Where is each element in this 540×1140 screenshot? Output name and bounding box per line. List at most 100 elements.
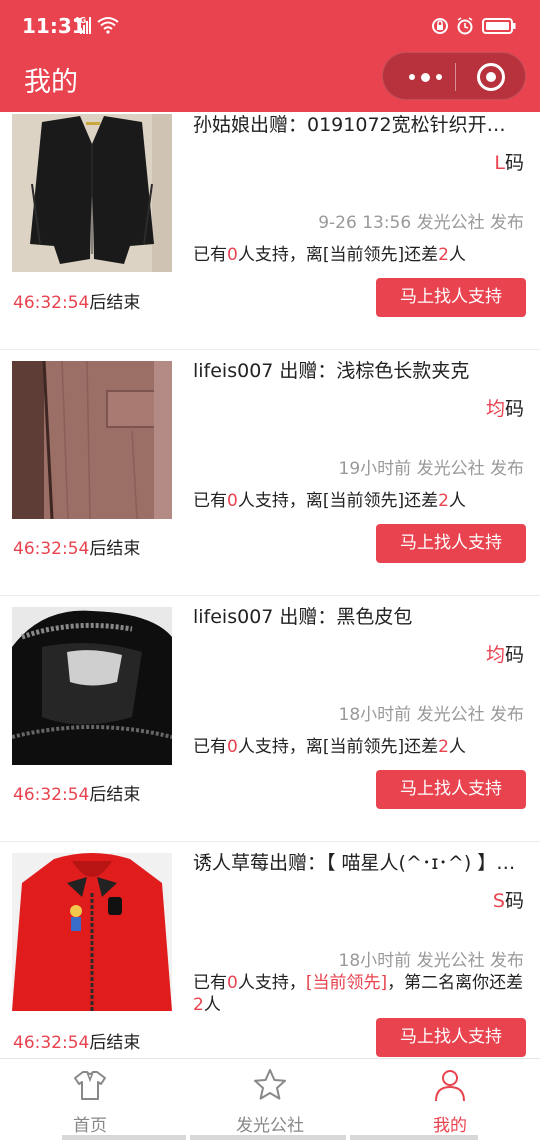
lock-rotation-icon xyxy=(432,18,448,34)
size-value: S xyxy=(492,890,505,912)
support-count: 0 xyxy=(227,973,238,993)
capsule-divider xyxy=(455,63,456,91)
countdown-time: 46:32:54 xyxy=(13,785,90,805)
support-text: 已有 xyxy=(193,973,227,993)
publish-meta: 18小时前 发光公社 发布 xyxy=(338,951,524,971)
gift-title: lifeis007 出赠：黑色皮包 xyxy=(193,606,413,628)
gift-list: 孙姑娘出赠：0191072宽松针织开… L码 9-26 13:56 发光公社 发… xyxy=(0,112,540,1058)
size-label: L码 xyxy=(494,148,524,175)
gap-count: 2 xyxy=(438,737,449,757)
tab-community[interactable]: 发光公社 xyxy=(180,1059,360,1140)
gap-count: 2 xyxy=(438,491,449,511)
more-dot-icon xyxy=(408,74,415,80)
gap-count: 2 xyxy=(438,245,449,265)
status-icons xyxy=(432,16,516,36)
countdown-time: 46:32:54 xyxy=(13,1033,90,1053)
support-status: 已有0人支持，离[当前领先]还差2人 xyxy=(193,244,527,266)
black-leather-bag-photo[interactable] xyxy=(12,607,172,765)
support-text: 人支持，离[当前领先]还差 xyxy=(237,245,439,265)
gift-title: 诱人草莓出赠：【 喵星人(^･ɪ･^) 】… xyxy=(193,852,516,874)
top-header: 11:31 4G 我的 xyxy=(0,0,540,112)
find-support-button[interactable]: 马上找人支持 xyxy=(376,278,526,317)
size-label: 均码 xyxy=(486,640,524,667)
leading-tag: [当前领先] xyxy=(305,973,388,993)
countdown: 46:32:54后结束 xyxy=(13,534,140,559)
more-dot-icon xyxy=(435,74,442,80)
countdown: 46:32:54后结束 xyxy=(13,1028,140,1053)
bottom-tab-bar: 首页 发光公社 我的 xyxy=(0,1058,540,1140)
countdown-suffix: 后结束 xyxy=(89,293,141,313)
tab-home[interactable]: 首页 xyxy=(0,1059,180,1140)
countdown-suffix: 后结束 xyxy=(89,539,141,559)
size-label: 均码 xyxy=(486,394,524,421)
wifi-icon xyxy=(97,17,119,34)
gap-count: 2 xyxy=(193,995,204,1015)
support-text: 已有 xyxy=(193,245,227,265)
support-text: 人 xyxy=(448,245,466,265)
support-status: 已有0人支持，[当前领先]，第二名离你还差 2人 xyxy=(193,972,527,1016)
tab-label: 发光公社 xyxy=(236,1116,304,1136)
gift-title: lifeis007 出赠：浅棕色长款夹克 xyxy=(193,360,470,382)
more-menu-button[interactable] xyxy=(405,65,445,89)
close-miniprogram-button[interactable] xyxy=(477,63,505,91)
support-text: ，第二名离你还差 xyxy=(387,973,524,993)
find-support-button[interactable]: 马上找人支持 xyxy=(376,1018,526,1057)
size-value: L xyxy=(494,152,505,174)
size-label: S码 xyxy=(493,886,524,913)
star-icon xyxy=(254,1069,286,1100)
nav-hint-bar xyxy=(350,1135,478,1140)
gift-card[interactable]: lifeis007 出赠：浅棕色长款夹克 均码 19小时前 发光公社 发布 已有… xyxy=(0,350,540,596)
support-count: 0 xyxy=(227,737,238,757)
shirt-icon xyxy=(74,1071,106,1100)
page-title: 我的 xyxy=(24,67,78,98)
support-text: 已有 xyxy=(193,491,227,511)
countdown: 46:32:54后结束 xyxy=(13,288,140,313)
publish-meta: 18小时前 发光公社 发布 xyxy=(338,705,524,725)
status-bar: 11:31 4G xyxy=(0,0,540,52)
support-count: 0 xyxy=(227,491,238,511)
publish-meta: 19小时前 发光公社 发布 xyxy=(338,459,524,479)
countdown-time: 46:32:54 xyxy=(13,293,90,313)
alarm-icon xyxy=(457,17,473,35)
support-text: 人 xyxy=(203,995,221,1015)
support-text: 人支持， xyxy=(237,973,306,993)
tab-label: 我的 xyxy=(433,1116,467,1136)
miniprogram-capsule xyxy=(382,52,526,100)
user-icon xyxy=(435,1070,465,1102)
support-status: 已有0人支持，离[当前领先]还差2人 xyxy=(193,490,527,512)
support-text: 人 xyxy=(448,491,466,511)
tab-mine[interactable]: 我的 xyxy=(360,1059,540,1140)
support-text: 已有 xyxy=(193,737,227,757)
size-unit: 码 xyxy=(504,398,524,420)
nav-hint-bar xyxy=(62,1135,186,1140)
size-unit: 码 xyxy=(504,644,524,666)
battery-icon xyxy=(482,18,516,34)
find-support-button[interactable]: 马上找人支持 xyxy=(376,524,526,563)
gift-card[interactable]: 孙姑娘出赠：0191072宽松针织开… L码 9-26 13:56 发光公社 发… xyxy=(0,112,540,350)
find-support-button[interactable]: 马上找人支持 xyxy=(376,770,526,809)
countdown-time: 46:32:54 xyxy=(13,539,90,559)
signal-icon xyxy=(80,17,91,34)
gift-title: 孙姑娘出赠：0191072宽松针织开… xyxy=(193,114,506,136)
countdown: 46:32:54后结束 xyxy=(13,780,140,805)
black-cardigan-photo[interactable] xyxy=(12,114,172,272)
support-text: 人支持，离[当前领先]还差 xyxy=(237,491,439,511)
support-text: 人支持，离[当前领先]还差 xyxy=(237,737,439,757)
tab-label: 首页 xyxy=(73,1116,107,1136)
support-text: 人 xyxy=(448,737,466,757)
more-dot-icon xyxy=(420,72,430,82)
countdown-suffix: 后结束 xyxy=(89,1033,141,1053)
gift-card[interactable]: 诱人草莓出赠：【 喵星人(^･ɪ･^) 】… S码 18小时前 发光公社 发布 … xyxy=(0,842,540,1058)
size-unit: 码 xyxy=(504,152,524,174)
red-hoodie-photo[interactable] xyxy=(12,853,172,1011)
publish-meta: 9-26 13:56 发光公社 发布 xyxy=(318,213,524,233)
countdown-suffix: 后结束 xyxy=(89,785,141,805)
size-value: 均 xyxy=(485,398,505,420)
brown-jacket-photo[interactable] xyxy=(12,361,172,519)
nav-hint-bar xyxy=(190,1135,346,1140)
gift-card[interactable]: lifeis007 出赠：黑色皮包 均码 18小时前 发光公社 发布 已有0人支… xyxy=(0,596,540,842)
support-status: 已有0人支持，离[当前领先]还差2人 xyxy=(193,736,527,758)
size-unit: 码 xyxy=(504,890,524,912)
size-value: 均 xyxy=(485,644,505,666)
support-count: 0 xyxy=(227,245,238,265)
